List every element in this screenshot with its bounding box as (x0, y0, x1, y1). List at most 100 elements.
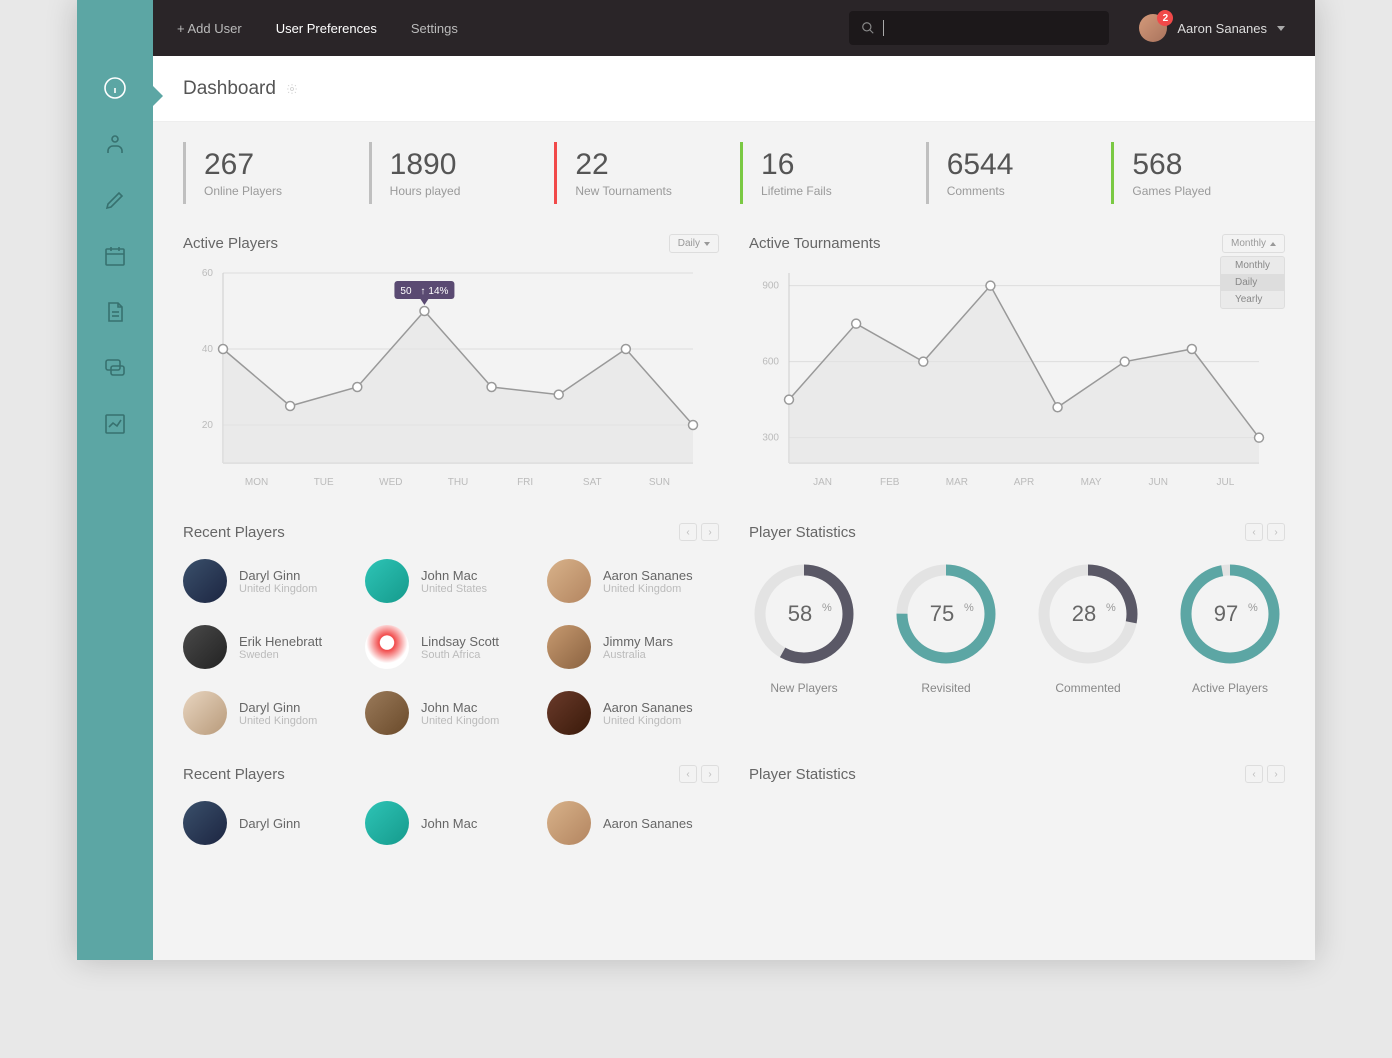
svg-text:14%: 14% (428, 286, 448, 297)
active-tournaments-panel: Active Tournaments Monthly MonthlyDailyY… (749, 234, 1285, 493)
stat-label: Lifetime Fails (761, 184, 896, 198)
player-location: United States (421, 583, 487, 595)
player-location: Australia (603, 649, 673, 661)
nav-add-user[interactable]: + Add User (177, 21, 242, 36)
search-input[interactable] (849, 11, 1109, 45)
sidebar (77, 0, 153, 960)
stat-value: 16 (761, 148, 896, 182)
top-bar: + Add User User Preferences Settings 2 A… (77, 0, 1315, 56)
stat-label: Comments (947, 184, 1082, 198)
pager-next-button[interactable]: › (701, 523, 719, 541)
donut-label: New Players (749, 681, 859, 695)
svg-text:FEB: FEB (880, 477, 900, 488)
svg-text:900: 900 (762, 281, 779, 292)
pager-next-button[interactable]: › (1267, 523, 1285, 541)
player-item[interactable]: Erik Henebratt Sweden (183, 625, 355, 669)
player-name: Lindsay Scott (421, 634, 499, 649)
user-menu[interactable]: 2 Aaron Sananes (1139, 14, 1285, 42)
avatar: 2 (1139, 14, 1167, 42)
pager-prev-button[interactable]: ‹ (679, 523, 697, 541)
pager: ‹ › (679, 523, 719, 541)
pager-prev-button[interactable]: ‹ (1245, 523, 1263, 541)
player-name: Daryl Ginn (239, 700, 317, 715)
stat-label: Hours played (390, 184, 525, 198)
svg-text:TUE: TUE (314, 477, 334, 488)
player-item[interactable]: John Mac United States (365, 559, 537, 603)
player-item[interactable]: John Mac United Kingdom (365, 691, 537, 735)
sidebar-chart-icon[interactable] (103, 412, 127, 436)
stat-label: New Tournaments (575, 184, 710, 198)
sidebar-edit-icon[interactable] (103, 188, 127, 212)
section-title: Recent Players (183, 766, 285, 783)
svg-text:97: 97 (1214, 601, 1238, 626)
player-item[interactable]: Aaron Sananes United Kingdom (547, 559, 719, 603)
sidebar-active-pointer (153, 86, 163, 106)
avatar (547, 691, 591, 735)
period-dropdown[interactable]: Daily (669, 234, 719, 253)
section-title: Player Statistics (749, 766, 856, 783)
svg-text:WED: WED (379, 477, 402, 488)
player-location: United Kingdom (239, 583, 317, 595)
stat-label: Games Played (1132, 184, 1267, 198)
svg-text:JUL: JUL (1217, 477, 1235, 488)
player-item[interactable]: Jimmy Mars Australia (547, 625, 719, 669)
pager-prev-button[interactable]: ‹ (679, 765, 697, 783)
player-item[interactable]: Daryl Ginn (183, 801, 355, 845)
donut-stat: 97 % Active Players (1175, 559, 1285, 695)
player-item[interactable]: Daryl Ginn United Kingdom (183, 691, 355, 735)
player-item[interactable]: John Mac (365, 801, 537, 845)
stat-value: 1890 (390, 148, 525, 182)
player-item[interactable]: Aaron Sananes United Kingdom (547, 691, 719, 735)
recent-players-panel: Recent Players ‹ › Daryl Ginn United Kin… (183, 523, 719, 735)
player-name: John Mac (421, 568, 487, 583)
player-name: Jimmy Mars (603, 634, 673, 649)
svg-text:%: % (822, 602, 832, 614)
svg-text:JAN: JAN (813, 477, 832, 488)
svg-text:THU: THU (448, 477, 469, 488)
svg-text:MAR: MAR (946, 477, 968, 488)
recent-players-panel-2: Recent Players ‹› Daryl Ginn John Mac Aa… (183, 765, 719, 845)
donut-label: Active Players (1175, 681, 1285, 695)
pager: ‹ › (1245, 523, 1285, 541)
avatar (365, 691, 409, 735)
search-icon (861, 21, 875, 35)
player-name: Erik Henebratt (239, 634, 322, 649)
dropdown-option[interactable]: Monthly (1221, 257, 1284, 274)
gear-icon[interactable] (286, 83, 298, 95)
player-statistics-panel: Player Statistics ‹ › 58 % New Players 7… (749, 523, 1285, 735)
nav-user-preferences[interactable]: User Preferences (276, 21, 377, 36)
player-item[interactable]: Daryl Ginn United Kingdom (183, 559, 355, 603)
player-location: United Kingdom (239, 715, 317, 727)
avatar (365, 625, 409, 669)
svg-text:JUN: JUN (1149, 477, 1168, 488)
period-dropdown-menu[interactable]: MonthlyDailyYearly (1220, 256, 1285, 309)
dropdown-option[interactable]: Yearly (1221, 291, 1284, 308)
sidebar-info-icon[interactable] (103, 76, 127, 100)
pager-next-button[interactable]: › (1267, 765, 1285, 783)
svg-text:MAY: MAY (1081, 477, 1102, 488)
svg-text:APR: APR (1014, 477, 1035, 488)
stat-card: 22 New Tournaments (554, 142, 728, 204)
player-item[interactable]: Lindsay Scott South Africa (365, 625, 537, 669)
dropdown-option[interactable]: Daily (1221, 274, 1284, 291)
svg-text:600: 600 (762, 357, 779, 368)
pager-prev-button[interactable]: ‹ (1245, 765, 1263, 783)
svg-text:300: 300 (762, 433, 779, 444)
svg-text:20: 20 (202, 420, 214, 431)
sidebar-calendar-icon[interactable] (103, 244, 127, 268)
svg-text:40: 40 (202, 344, 214, 355)
avatar (183, 559, 227, 603)
pager-next-button[interactable]: › (701, 765, 719, 783)
player-item[interactable]: Aaron Sananes (547, 801, 719, 845)
section-title: Recent Players (183, 524, 285, 541)
sidebar-document-icon[interactable] (103, 300, 127, 324)
player-name: Daryl Ginn (239, 568, 317, 583)
sidebar-user-icon[interactable] (103, 132, 127, 156)
sidebar-chat-icon[interactable] (103, 356, 127, 380)
avatar (183, 801, 227, 845)
stat-value: 22 (575, 148, 710, 182)
period-dropdown[interactable]: Monthly (1222, 234, 1285, 253)
stat-card: 267 Online Players (183, 142, 357, 204)
nav-settings[interactable]: Settings (411, 21, 458, 36)
stat-value: 568 (1132, 148, 1267, 182)
